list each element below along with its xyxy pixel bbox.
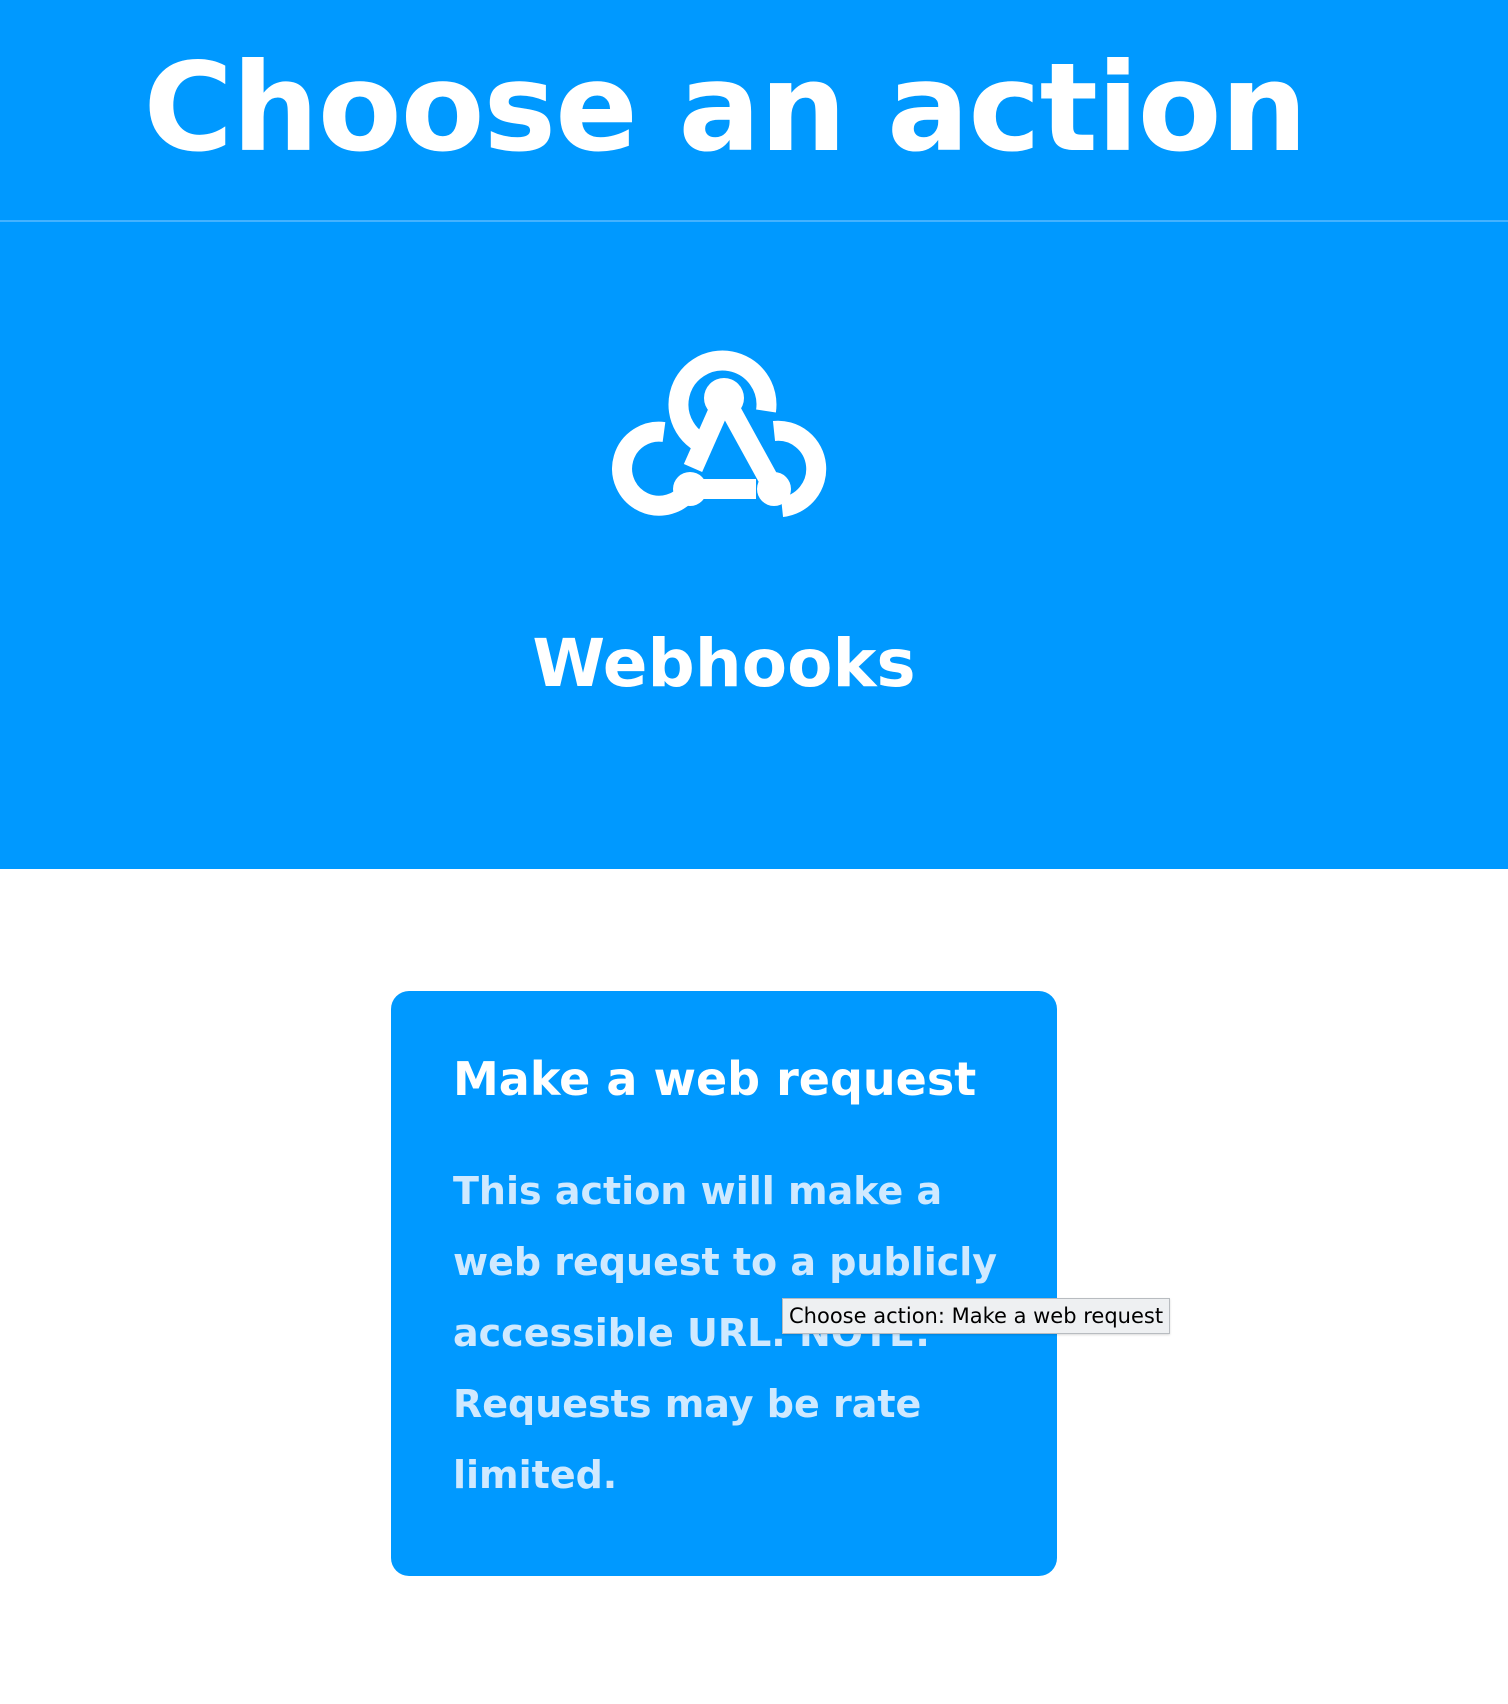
page-header: Choose an action	[0, 0, 1508, 220]
action-title: Make a web request	[453, 1052, 977, 1106]
webhooks-icon	[612, 350, 827, 517]
action-card-make-web-request[interactable]: Make a web request This action will make…	[391, 991, 1057, 1576]
service-name: Webhooks	[532, 625, 916, 702]
page-title: Choose an action	[143, 37, 1308, 179]
tooltip: Choose action: Make a web request	[782, 1298, 1171, 1334]
service-hero	[0, 222, 1508, 869]
